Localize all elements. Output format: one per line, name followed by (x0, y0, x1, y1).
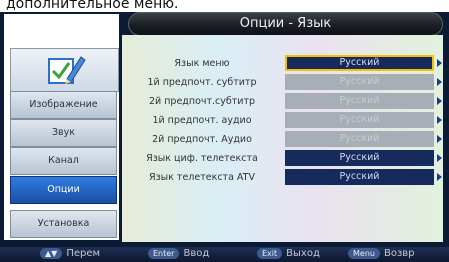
arrow-right-icon[interactable] (437, 59, 442, 67)
arrow-right-icon[interactable] (437, 97, 442, 105)
settings-panel: Язык меню Русский 1й предпочт. субтитр Р… (122, 35, 443, 242)
hint-label: Выход (286, 248, 320, 259)
setting-label: Язык телетекста ATV (149, 172, 255, 183)
setting-value[interactable]: Русский (285, 74, 434, 90)
setting-value[interactable]: Русский (285, 150, 434, 166)
sidebar-item-options[interactable]: Опции (10, 176, 117, 204)
hint-move: ▲▼ Перем (40, 248, 100, 261)
setting-row-menu-language[interactable]: Язык меню Русский (122, 55, 443, 72)
category-sidebar: Изображение Звук Канал Опции Установка (4, 14, 119, 240)
setting-value[interactable]: Русский (285, 112, 434, 128)
menu-title: Опции - Язык (128, 12, 443, 36)
setting-value[interactable]: Русский (285, 55, 434, 71)
exit-key-icon: Exit (257, 248, 283, 259)
setting-label: Язык циф. телетекста (146, 153, 258, 164)
sidebar-item-setup[interactable]: Установка (10, 210, 117, 238)
setting-row-audio-2[interactable]: 2й предпочт. Аудио Русский (122, 131, 443, 148)
setting-row-atv-teletext[interactable]: Язык телетекста ATV Русский (122, 169, 443, 186)
arrow-right-icon[interactable] (437, 135, 442, 143)
setting-row-subtitle-1[interactable]: 1й предпочт. субтитр Русский (122, 74, 443, 91)
setting-value[interactable]: Русский (285, 93, 434, 109)
hint-label: Ввод (183, 248, 210, 259)
options-category-icon (10, 48, 119, 92)
arrow-right-icon[interactable] (437, 173, 442, 181)
hint-label: Возвр (383, 248, 415, 259)
sidebar-item-channel[interactable]: Канал (10, 147, 117, 175)
sidebar-item-sound[interactable]: Звук (10, 119, 117, 147)
menu-key-icon: Menu (348, 248, 380, 259)
hint-enter: Enter Ввод (148, 248, 209, 261)
hint-label: Перем (66, 248, 101, 259)
setting-value[interactable]: Русский (285, 131, 434, 147)
arrow-right-icon[interactable] (437, 78, 442, 86)
sidebar-item-picture[interactable]: Изображение (10, 91, 117, 119)
setting-label: 1й предпочт. субтитр (147, 77, 257, 88)
enter-key-icon: Enter (148, 248, 180, 259)
page-caption: дополнительное меню. (0, 0, 449, 12)
setting-label: Язык меню (174, 58, 230, 69)
setting-row-subtitle-2[interactable]: 2й предпочт.субтитр Русский (122, 93, 443, 110)
setting-row-audio-1[interactable]: 1й предпочт. аудио Русский (122, 112, 443, 129)
setting-value[interactable]: Русский (285, 169, 434, 185)
key-hint-bar: ▲▼ Перем Enter Ввод Exit Выход Menu Возвр (0, 247, 449, 262)
setting-label: 2й предпочт. Аудио (152, 134, 252, 145)
setting-label: 1й предпочт. аудио (152, 115, 252, 126)
hint-back: Menu Возвр (348, 248, 415, 261)
setting-label: 2й предпочт.субтитр (148, 96, 256, 107)
setting-row-digital-teletext[interactable]: Язык циф. телетекста Русский (122, 150, 443, 167)
arrow-right-icon[interactable] (437, 154, 442, 162)
hint-exit: Exit Выход (257, 248, 320, 261)
arrow-keys-icon: ▲▼ (40, 248, 63, 259)
arrow-right-icon[interactable] (437, 116, 442, 124)
